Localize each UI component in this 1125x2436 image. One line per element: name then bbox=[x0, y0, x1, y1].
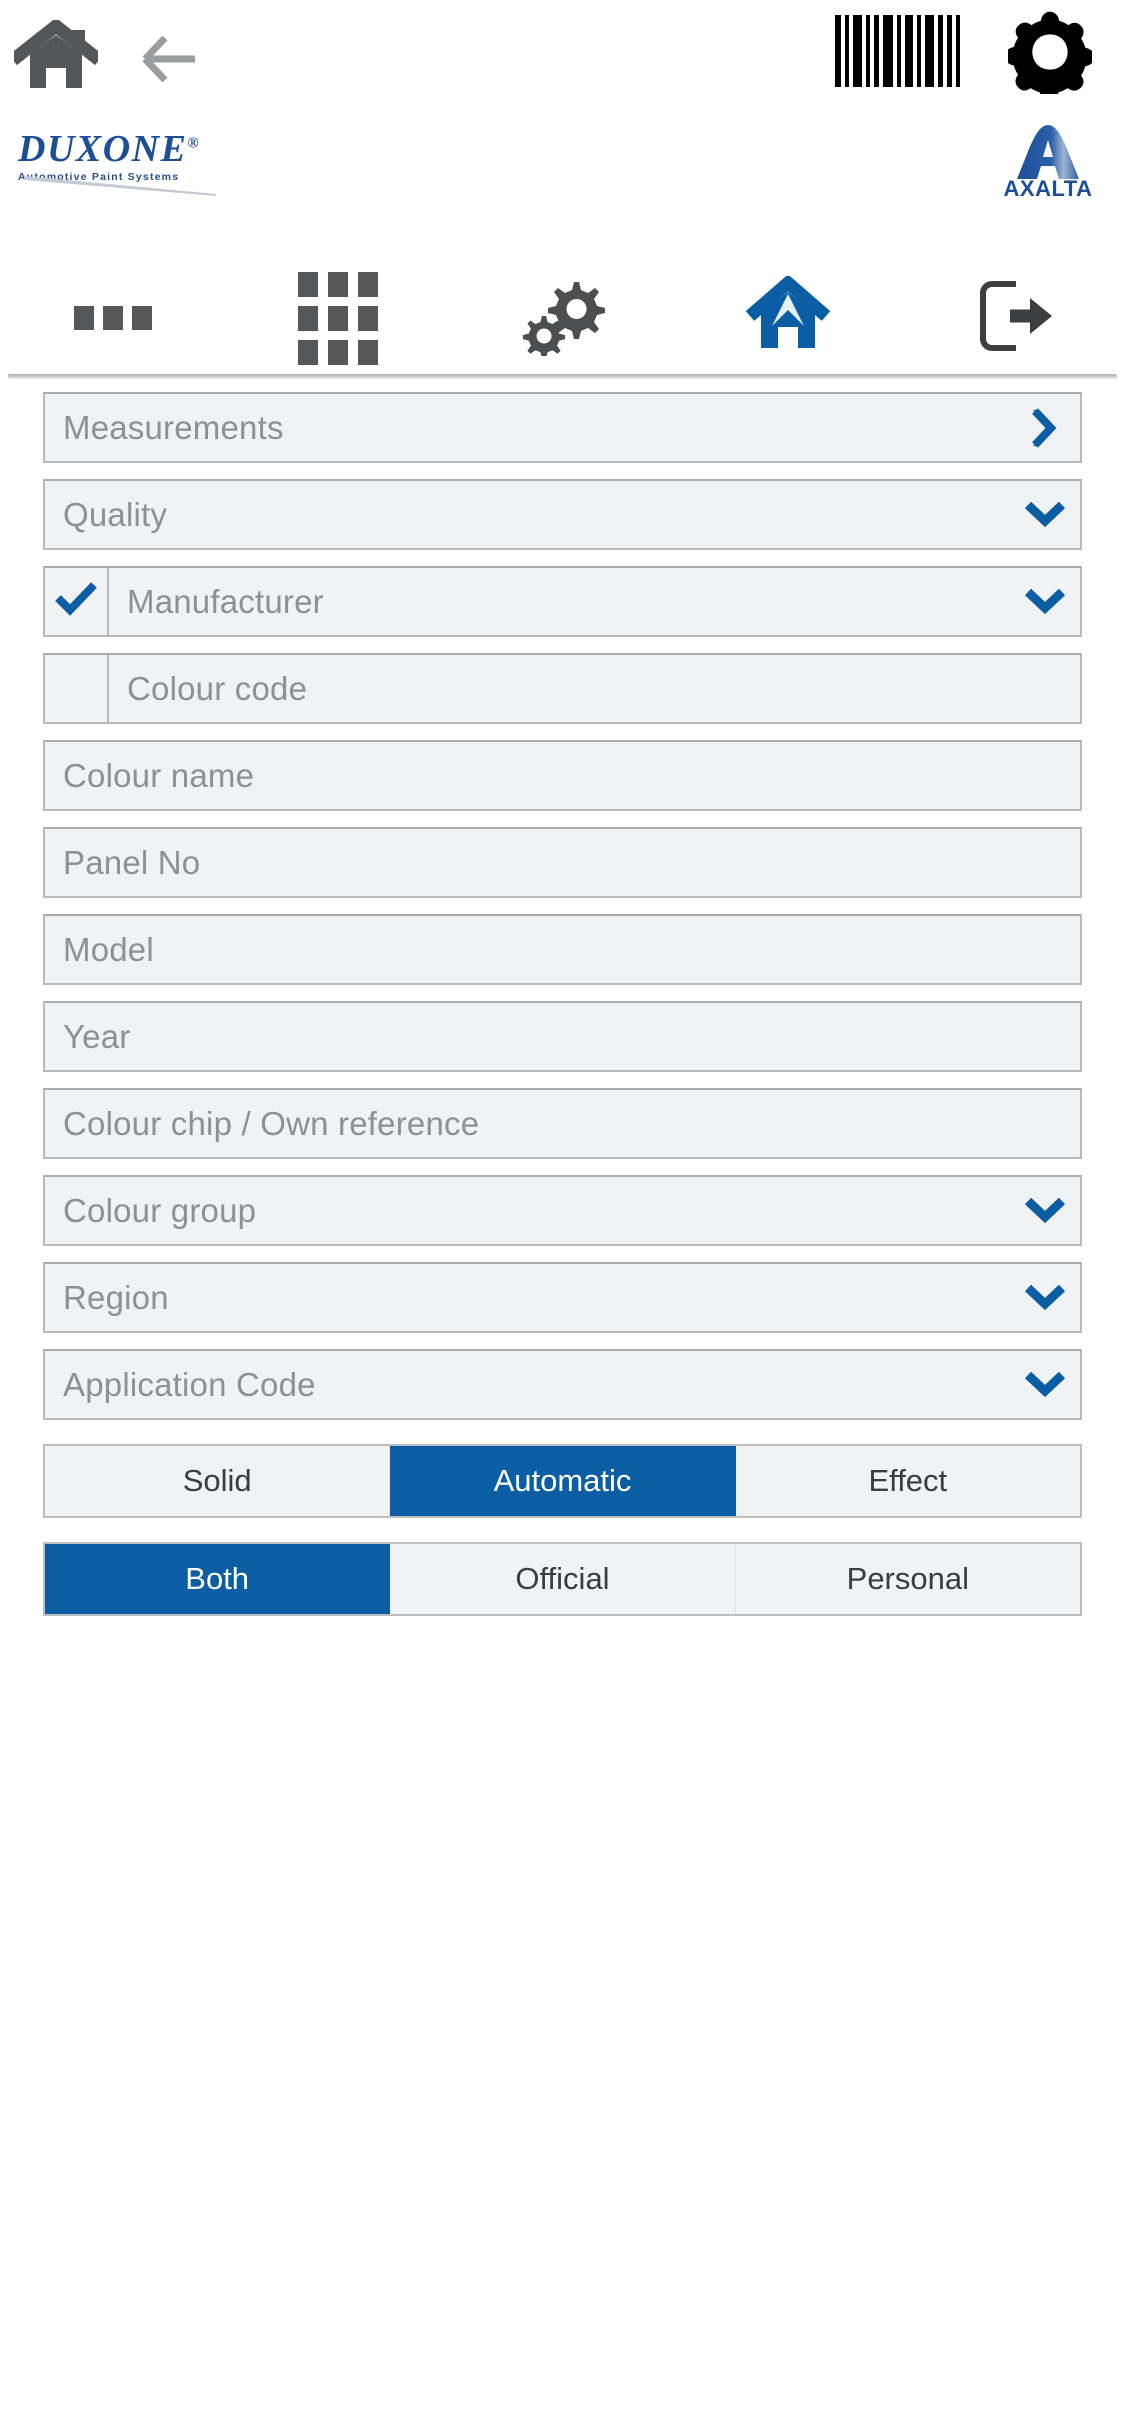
field-label: Colour name bbox=[63, 756, 255, 794]
icon-nav-bar bbox=[0, 262, 1125, 374]
field-label: Colour group bbox=[63, 1191, 257, 1229]
field-label: Measurements bbox=[63, 408, 284, 446]
nav-item-home[interactable] bbox=[675, 262, 900, 374]
field-label: Manufacturer bbox=[127, 582, 324, 620]
segment-both[interactable]: Both bbox=[45, 1544, 391, 1614]
axalta-logo: AXALTA bbox=[989, 124, 1107, 206]
registered-mark: ® bbox=[187, 135, 201, 152]
field-row: Colour chip / Own reference bbox=[0, 1088, 1125, 1159]
ellipsis-icon bbox=[73, 306, 152, 330]
colour-source-selector-wrap: Both Official Personal bbox=[0, 1542, 1125, 1616]
duxone-wordmark: DUXONE® bbox=[18, 130, 233, 168]
checkmark-icon bbox=[54, 581, 98, 622]
chevron-down-icon bbox=[1010, 568, 1080, 635]
nav-item-apps[interactable] bbox=[225, 262, 450, 374]
top-bar bbox=[0, 0, 1125, 130]
segment-effect[interactable]: Effect bbox=[735, 1446, 1080, 1516]
chevron-down-icon bbox=[1010, 1177, 1080, 1244]
field-label: Year bbox=[63, 1017, 131, 1055]
field-quality[interactable]: Quality bbox=[43, 479, 1082, 550]
field-row: Region bbox=[0, 1262, 1125, 1333]
field-region[interactable]: Region bbox=[43, 1262, 1082, 1333]
duxone-swoosh bbox=[24, 176, 216, 196]
segment-personal[interactable]: Personal bbox=[735, 1544, 1080, 1614]
colour-source-selector: Both Official Personal bbox=[43, 1542, 1082, 1616]
duxone-name: DUXONE bbox=[18, 128, 188, 170]
back-button[interactable] bbox=[130, 26, 206, 96]
colour-search-screen: DUXONE® Automotive Paint Systems AXALTA bbox=[0, 0, 1125, 2436]
field-row: Quality bbox=[0, 479, 1125, 550]
field-colour-code[interactable]: Colour code bbox=[43, 653, 1082, 724]
chevron-down-icon bbox=[1010, 481, 1080, 548]
brand-row: DUXONE® Automotive Paint Systems AXALTA bbox=[0, 124, 1125, 206]
chevron-down-icon bbox=[1010, 1351, 1080, 1418]
field-row: Colour name bbox=[0, 740, 1125, 811]
manufacturer-checkbox[interactable] bbox=[45, 568, 109, 635]
field-row: Panel No bbox=[0, 827, 1125, 898]
colour-code-checkbox[interactable] bbox=[45, 655, 109, 722]
field-label: Colour chip / Own reference bbox=[63, 1104, 480, 1142]
duxone-logo: DUXONE® Automotive Paint Systems bbox=[18, 130, 233, 202]
gear-icon bbox=[1004, 10, 1095, 102]
field-label: Application Code bbox=[63, 1365, 316, 1403]
field-label: Colour code bbox=[127, 669, 308, 707]
field-row: Manufacturer bbox=[0, 566, 1125, 637]
home-icon bbox=[745, 273, 831, 361]
finish-type-selector: Solid Automatic Effect bbox=[43, 1444, 1082, 1518]
nav-item-settings[interactable] bbox=[450, 262, 675, 374]
field-manufacturer[interactable]: Manufacturer bbox=[43, 566, 1082, 637]
chevron-right-icon bbox=[1010, 394, 1080, 461]
search-form: Measurements Quality Manufacturer Colour… bbox=[0, 392, 1125, 1616]
chevron-down-icon bbox=[1010, 1264, 1080, 1331]
field-label: Model bbox=[63, 930, 154, 968]
top-home-button[interactable] bbox=[8, 17, 104, 102]
finish-type-selector-wrap: Solid Automatic Effect bbox=[0, 1444, 1125, 1518]
field-application-code[interactable]: Application Code bbox=[43, 1349, 1082, 1420]
axalta-a-mark bbox=[1017, 125, 1079, 179]
back-arrow-icon bbox=[135, 28, 201, 95]
field-model[interactable]: Model bbox=[43, 914, 1082, 985]
field-row: Model bbox=[0, 914, 1125, 985]
field-label: Region bbox=[63, 1278, 169, 1316]
field-row: Colour code bbox=[0, 653, 1125, 724]
field-colour-group[interactable]: Colour group bbox=[43, 1175, 1082, 1246]
nav-item-more[interactable] bbox=[0, 262, 225, 374]
field-label: Quality bbox=[63, 495, 168, 533]
field-row: Application Code bbox=[0, 1349, 1125, 1420]
barcode-scan-button[interactable] bbox=[834, 12, 960, 90]
axalta-wordmark: AXALTA bbox=[1003, 176, 1093, 201]
field-colour-name[interactable]: Colour name bbox=[43, 740, 1082, 811]
field-colour-chip-own-reference[interactable]: Colour chip / Own reference bbox=[43, 1088, 1082, 1159]
field-label: Panel No bbox=[63, 843, 201, 881]
segment-solid[interactable]: Solid bbox=[45, 1446, 391, 1516]
field-panel-no[interactable]: Panel No bbox=[43, 827, 1082, 898]
field-row: Year bbox=[0, 1001, 1125, 1072]
field-measurements[interactable]: Measurements bbox=[43, 392, 1082, 463]
field-year[interactable]: Year bbox=[43, 1001, 1082, 1072]
grid-icon bbox=[297, 271, 378, 365]
home-icon bbox=[8, 17, 104, 101]
segment-automatic[interactable]: Automatic bbox=[390, 1446, 736, 1516]
field-row: Colour group bbox=[0, 1175, 1125, 1246]
logout-icon bbox=[970, 276, 1056, 361]
header-divider bbox=[8, 374, 1117, 379]
field-row: Measurements bbox=[0, 392, 1125, 463]
barcode-icon bbox=[834, 15, 964, 87]
nav-item-logout[interactable] bbox=[900, 262, 1125, 374]
gears-icon bbox=[520, 276, 606, 361]
segment-official[interactable]: Official bbox=[390, 1544, 736, 1614]
settings-button[interactable] bbox=[1000, 10, 1100, 102]
